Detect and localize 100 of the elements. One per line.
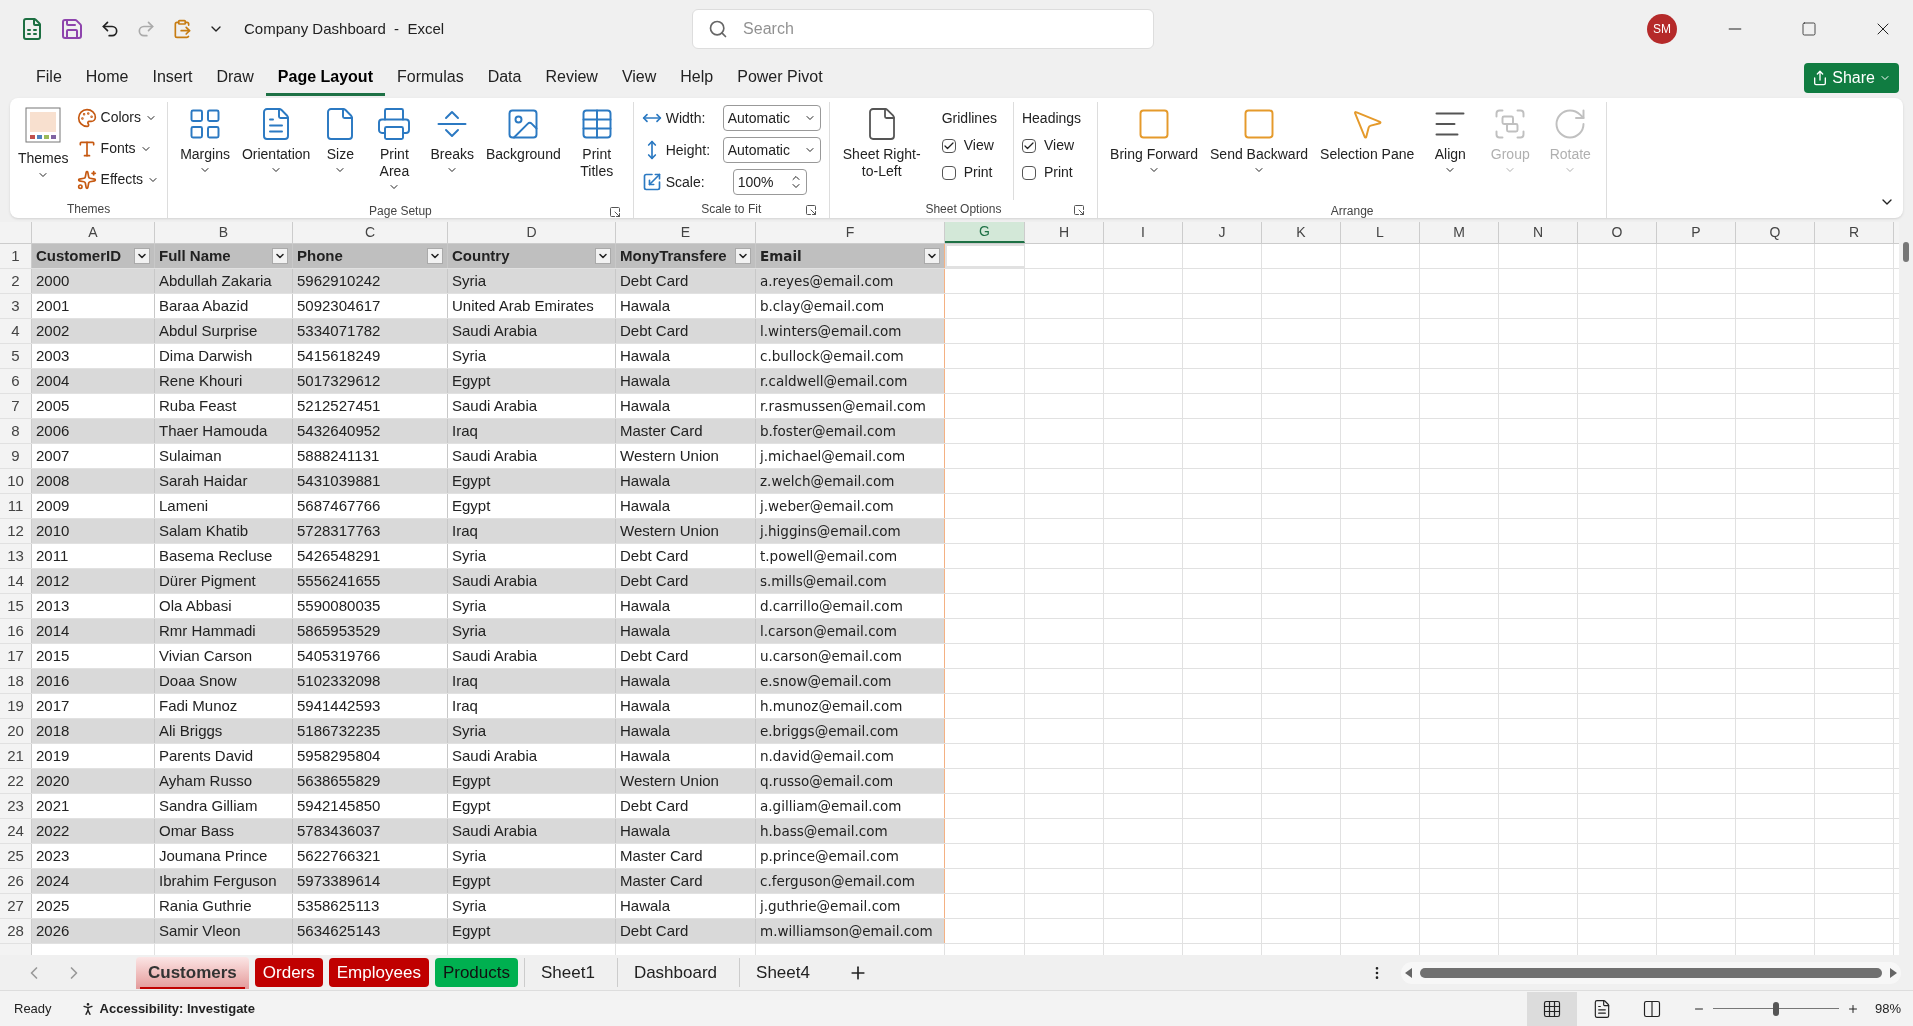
- row-number[interactable]: 27: [0, 894, 32, 918]
- row-number[interactable]: 22: [0, 769, 32, 793]
- column-header[interactable]: J: [1183, 222, 1262, 243]
- column-header[interactable]: D: [448, 222, 616, 243]
- filter-button[interactable]: [272, 248, 288, 264]
- row-number[interactable]: 9: [0, 444, 32, 468]
- ribbon-button[interactable]: Effects: [76, 166, 160, 193]
- column-header[interactable]: N: [1499, 222, 1578, 243]
- filter-button[interactable]: [735, 248, 751, 264]
- ribbon-button[interactable]: Breaks: [426, 102, 478, 202]
- ribbon-button[interactable]: Print Area: [366, 102, 423, 202]
- column-header[interactable]: E: [616, 222, 756, 243]
- ribbon-tab[interactable]: Data: [475, 60, 534, 96]
- row-number[interactable]: 3: [0, 294, 32, 318]
- ribbon-tab[interactable]: View: [609, 60, 669, 96]
- zoom-slider-thumb[interactable]: [1772, 1001, 1779, 1016]
- column-header[interactable]: K: [1262, 222, 1341, 243]
- row-number[interactable]: 1: [0, 244, 32, 268]
- row-number[interactable]: 15: [0, 594, 32, 618]
- row-number[interactable]: 11: [0, 494, 32, 518]
- horizontal-scrollbar[interactable]: [1401, 961, 1901, 984]
- row-number[interactable]: 18: [0, 669, 32, 693]
- dropdown-field[interactable]: Automatic: [722, 137, 821, 163]
- ribbon-button[interactable]: Margins: [176, 102, 234, 202]
- row-number[interactable]: 23: [0, 794, 32, 818]
- user-avatar[interactable]: SM: [1647, 14, 1677, 44]
- checkbox[interactable]: [941, 165, 956, 180]
- ribbon-tab[interactable]: File: [24, 60, 74, 96]
- accessibility-button[interactable]: Accessibility: Investigate: [79, 998, 255, 1019]
- ribbon-button[interactable]: Sheet Right-to-Left: [837, 102, 926, 200]
- row-number[interactable]: 5: [0, 344, 32, 368]
- zoom-slider[interactable]: [1712, 1000, 1839, 1017]
- sheet-tab[interactable]: Products: [434, 958, 518, 987]
- checkbox-option[interactable]: View: [1021, 135, 1082, 156]
- column-header[interactable]: L: [1341, 222, 1420, 243]
- column-header[interactable]: B: [155, 222, 293, 243]
- checkbox-option[interactable]: Print: [1021, 162, 1082, 183]
- filter-button[interactable]: [924, 248, 940, 264]
- row-number[interactable]: 2: [0, 269, 32, 293]
- ribbon-tab[interactable]: Power Pivot: [725, 60, 835, 96]
- filter-button[interactable]: [134, 248, 150, 264]
- row-number[interactable]: 28: [0, 919, 32, 943]
- paste-icon[interactable]: [172, 19, 192, 39]
- column-header[interactable]: P: [1657, 222, 1736, 243]
- themes-button[interactable]: Themes: [18, 102, 69, 200]
- dialog-launcher-icon[interactable]: [608, 206, 621, 218]
- column-header[interactable]: Q: [1736, 222, 1815, 243]
- share-button[interactable]: Share: [1804, 63, 1899, 93]
- ribbon-button[interactable]: Size: [318, 102, 363, 202]
- row-number[interactable]: 10: [0, 469, 32, 493]
- ribbon-button[interactable]: Selection Pane: [1316, 102, 1419, 202]
- ribbon-button[interactable]: Orientation: [237, 102, 315, 202]
- row-number[interactable]: 17: [0, 644, 32, 668]
- row-number[interactable]: 16: [0, 619, 32, 643]
- ribbon-button[interactable]: Colors: [76, 104, 160, 131]
- filter-button[interactable]: [427, 248, 443, 264]
- row-number[interactable]: 20: [0, 719, 32, 743]
- zoom-level[interactable]: 98%: [1874, 998, 1901, 1019]
- active-cell[interactable]: [945, 244, 1025, 268]
- zoom-in-icon[interactable]: [1846, 1002, 1859, 1015]
- column-header[interactable]: H: [1025, 222, 1104, 243]
- dropdown-field[interactable]: Automatic: [722, 105, 821, 131]
- column-header[interactable]: G: [945, 222, 1025, 243]
- column-header[interactable]: O: [1578, 222, 1657, 243]
- undo-icon[interactable]: [100, 19, 120, 39]
- checkbox-option[interactable]: View: [941, 135, 997, 156]
- sheet-tab[interactable]: Orders: [254, 958, 323, 987]
- column-header[interactable]: M: [1420, 222, 1499, 243]
- column-header[interactable]: C: [293, 222, 448, 243]
- row-number[interactable]: 4: [0, 319, 32, 343]
- column-header[interactable]: I: [1104, 222, 1183, 243]
- restore-icon[interactable]: [1801, 21, 1817, 37]
- row-number[interactable]: 7: [0, 394, 32, 418]
- ribbon-tab[interactable]: Insert: [140, 60, 205, 96]
- checkbox[interactable]: [1021, 165, 1036, 180]
- checkbox[interactable]: [1021, 138, 1036, 153]
- dialog-launcher-icon[interactable]: [1073, 204, 1086, 216]
- sheet-tab[interactable]: Sheet4: [739, 958, 826, 987]
- row-number[interactable]: 24: [0, 819, 32, 843]
- checkbox-option[interactable]: Print: [941, 162, 997, 183]
- spin-field[interactable]: 100%: [732, 169, 807, 195]
- ribbon-tab[interactable]: Draw: [204, 60, 266, 96]
- save-icon[interactable]: [60, 17, 84, 41]
- row-number[interactable]: 13: [0, 544, 32, 568]
- ribbon-tab[interactable]: Review: [533, 60, 610, 96]
- sheet-tab[interactable]: Employees: [328, 958, 429, 987]
- row-number[interactable]: 14: [0, 569, 32, 593]
- column-header[interactable]: A: [32, 222, 155, 243]
- row-number[interactable]: 26: [0, 869, 32, 893]
- sheet-tab[interactable]: Sheet1: [524, 958, 611, 987]
- ribbon-tab[interactable]: Home: [73, 60, 141, 96]
- row-number[interactable]: 25: [0, 844, 32, 868]
- row-number[interactable]: 19: [0, 694, 32, 718]
- dialog-launcher-icon[interactable]: [804, 204, 817, 216]
- row-number[interactable]: 6: [0, 369, 32, 393]
- ribbon-button[interactable]: Fonts: [76, 135, 160, 162]
- checkbox[interactable]: [941, 138, 956, 153]
- ribbon-tab[interactable]: Help: [668, 60, 726, 96]
- search-field[interactable]: Search: [692, 9, 1155, 49]
- column-header[interactable]: R: [1815, 222, 1894, 243]
